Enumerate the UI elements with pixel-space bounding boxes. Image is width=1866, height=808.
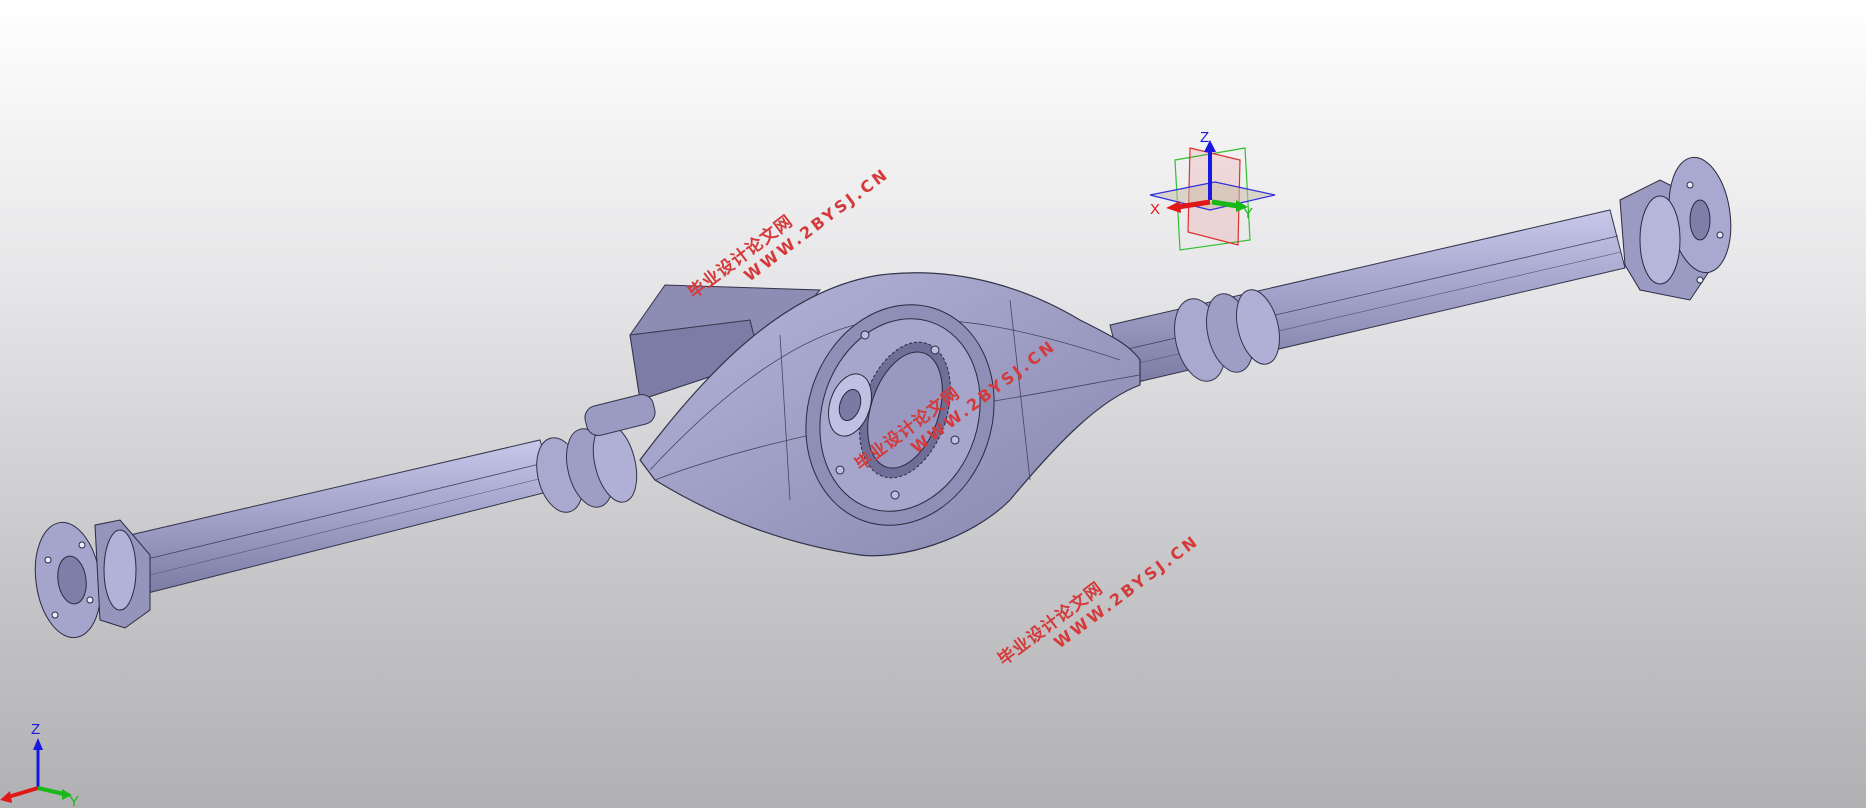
model-triad[interactable]: Z X Y [1149,129,1276,251]
3d-viewport[interactable]: Z X Y Z Y 毕业设计论文网 WWW.2BYSJ.CN 毕业设计论文网 W… [0,0,1866,808]
triad-x-label: X [1150,201,1160,218]
right-wheel-flange[interactable] [1619,153,1738,301]
left-wheel-flange[interactable] [28,518,151,642]
corner-y-label: Y [69,793,79,808]
axle-assembly-model[interactable]: Z X Y Z Y [0,0,1866,808]
left-axle-tube[interactable] [129,439,556,596]
triad-z-label: Z [1200,129,1209,146]
corner-z-label: Z [31,721,40,738]
triad-y-label: Y [1243,205,1253,222]
left-collar[interactable] [529,419,644,517]
view-orientation-triad[interactable]: Z Y [0,721,79,808]
